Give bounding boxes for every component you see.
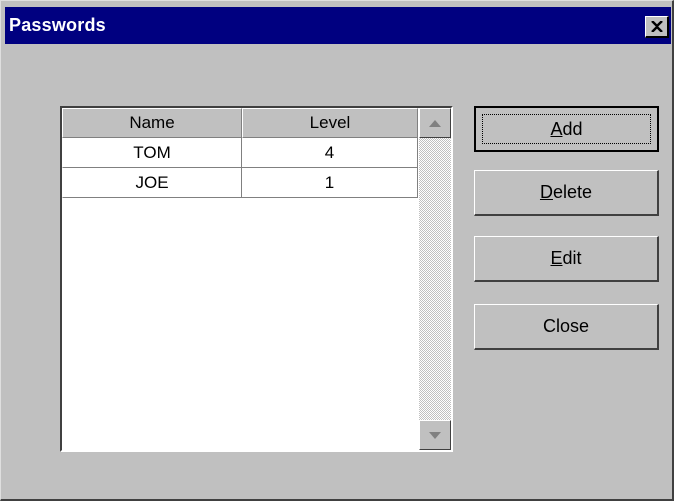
close-button[interactable]: Close bbox=[474, 304, 659, 350]
scroll-down-arrow-icon bbox=[429, 426, 441, 444]
delete-button-mnemonic: D bbox=[539, 182, 553, 202]
passwords-dialog: Passwords Name Level TOM 4 JOE 1 A dd D … bbox=[0, 0, 674, 501]
title-bar[interactable]: Passwords bbox=[5, 7, 671, 44]
cell-level: 1 bbox=[242, 168, 418, 198]
scroll-up-button[interactable] bbox=[419, 108, 451, 138]
close-button-label: Close bbox=[542, 316, 590, 336]
edit-button-label: dit bbox=[562, 248, 582, 268]
delete-button-label: elete bbox=[552, 182, 593, 202]
add-button-label: dd bbox=[562, 118, 583, 139]
table-header: Name Level bbox=[62, 108, 418, 138]
add-button[interactable]: Add bbox=[474, 106, 659, 152]
edit-button-mnemonic: E bbox=[550, 248, 563, 268]
password-list[interactable]: Name Level TOM 4 JOE 1 bbox=[60, 106, 453, 452]
delete-button[interactable]: Delete bbox=[474, 170, 659, 216]
scroll-down-button[interactable] bbox=[419, 420, 451, 450]
cell-name: TOM bbox=[62, 138, 242, 168]
close-x-icon bbox=[650, 21, 663, 32]
cell-level: 4 bbox=[242, 138, 418, 168]
edit-button[interactable]: Edit bbox=[474, 236, 659, 282]
scroll-up-arrow-icon bbox=[429, 114, 441, 132]
password-list-content: Name Level TOM 4 JOE 1 bbox=[62, 108, 419, 450]
table-row[interactable]: JOE 1 bbox=[62, 168, 418, 198]
column-header-name[interactable]: Name bbox=[62, 108, 242, 138]
cell-name: JOE bbox=[62, 168, 242, 198]
window-title: Passwords bbox=[9, 15, 106, 35]
close-window-button[interactable] bbox=[645, 16, 669, 38]
column-header-level[interactable]: Level bbox=[242, 108, 418, 138]
table-row[interactable]: TOM 4 bbox=[62, 138, 418, 168]
vertical-scrollbar[interactable] bbox=[419, 108, 451, 450]
add-button-mnemonic: A bbox=[550, 118, 563, 139]
